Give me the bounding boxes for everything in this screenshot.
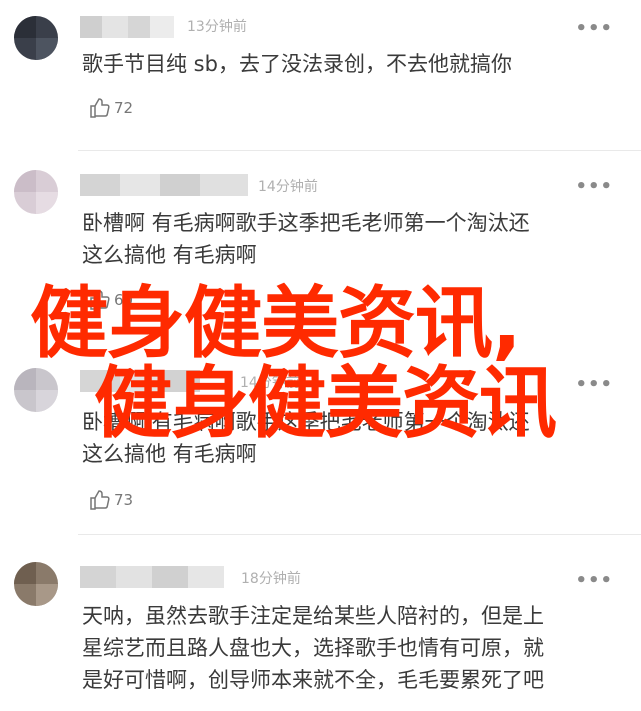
thumbs-up-icon — [88, 488, 112, 512]
comment-text: 歌手节目纯 sb，去了没法录创，不去他就搞你 — [82, 52, 512, 76]
like-button[interactable]: 72 — [88, 96, 133, 120]
more-icon[interactable]: ••• — [575, 376, 613, 394]
comment-time: 18分钟前 — [241, 571, 301, 587]
comment-time: 13分钟前 — [187, 19, 247, 35]
watermark-line-1: 健身健美资讯, — [30, 279, 522, 369]
more-icon[interactable]: ••• — [575, 572, 613, 590]
username-blurred[interactable] — [80, 566, 224, 588]
more-icon[interactable]: ••• — [575, 178, 613, 196]
username-blurred[interactable] — [80, 16, 174, 38]
more-icon[interactable]: ••• — [575, 20, 613, 38]
comment-item: 18分钟前 ••• 天呐，虽然去歌手注定是给某些人陪衬的，但是上 星综艺而且路人… — [0, 550, 641, 711]
like-count: 72 — [114, 99, 134, 117]
comment-time: 14分钟前 — [258, 179, 318, 195]
like-button[interactable]: 73 — [88, 488, 133, 512]
avatar[interactable] — [14, 170, 58, 214]
username-blurred[interactable] — [80, 174, 248, 196]
divider — [78, 150, 641, 151]
avatar[interactable] — [14, 562, 58, 606]
comment-item: 13分钟前 ••• 歌手节目纯 sb，去了没法录创，不去他就搞你 72 — [0, 0, 641, 160]
comment-text: 天呐，虽然去歌手注定是给某些人陪衬的，但是上 星综艺而且路人盘也大，选择歌手也情… — [82, 604, 544, 692]
watermark-line-2: 健身健美资讯 — [94, 359, 557, 449]
avatar[interactable] — [14, 368, 58, 412]
thumbs-up-icon — [88, 96, 112, 120]
like-count: 73 — [114, 491, 134, 509]
avatar[interactable] — [14, 16, 58, 60]
comment-text: 卧槽啊 有毛病啊歌手这季把毛老师第一个淘汰还 这么搞他 有毛病啊 — [82, 211, 530, 267]
divider — [78, 534, 641, 535]
